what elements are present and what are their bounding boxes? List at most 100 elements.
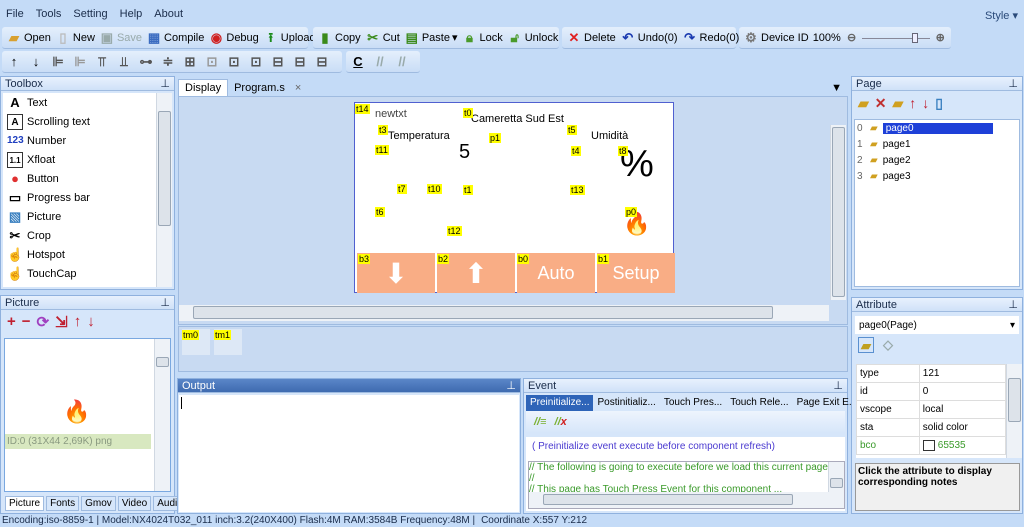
- pin-icon[interactable]: ⊥: [1008, 77, 1018, 90]
- tabs-dropdown-icon[interactable]: ▼: [825, 80, 848, 96]
- code-hscrollbar[interactable]: [529, 492, 829, 508]
- align-bottom-icon[interactable]: ⫫: [116, 54, 132, 70]
- toolbox-item-button[interactable]: ● Button: [3, 169, 172, 188]
- redo-button[interactable]: ↷ Redo(0): [682, 30, 739, 46]
- component-tag[interactable]: b1: [597, 254, 610, 264]
- align-right-icon[interactable]: ⊫: [72, 54, 88, 70]
- toolbox-item-xfloat[interactable]: 1.1 Xfloat: [3, 150, 172, 169]
- attribute-scrollbar[interactable]: [1006, 364, 1022, 458]
- component-tag[interactable]: t14: [355, 104, 370, 114]
- same-height-icon[interactable]: ⊟: [270, 54, 286, 70]
- open-button[interactable]: ▰ Open: [6, 30, 51, 46]
- grid-icon[interactable]: ⊞: [182, 54, 198, 70]
- design-vscrollbar[interactable]: [830, 125, 846, 300]
- tab-postinitialize[interactable]: Postinitializ...: [593, 395, 659, 411]
- zoom-slider-thumb[interactable]: [912, 32, 919, 43]
- sort-alpha-icon[interactable]: ◇: [880, 337, 896, 353]
- undo-button[interactable]: ↶ Undo(0): [620, 30, 677, 46]
- picture-list-item[interactable]: ID:0 (31X44 2,69K) png: [5, 434, 151, 449]
- menu-setting[interactable]: Setting: [67, 6, 113, 24]
- code-vscrollbar[interactable]: [828, 462, 844, 508]
- zoom-in-icon[interactable]: ⊕: [934, 30, 947, 46]
- attribute-row[interactable]: bco 65535: [856, 436, 1007, 455]
- align-left-icon[interactable]: ⊫: [50, 54, 66, 70]
- cut-button[interactable]: ✂ Cut: [365, 30, 400, 46]
- tab-preinitialize[interactable]: Preinitialize...: [526, 395, 594, 411]
- canvas-title[interactable]: Cameretta Sud Est: [471, 113, 564, 125]
- menu-about[interactable]: About: [148, 6, 189, 24]
- move-down-icon[interactable]: ↓: [87, 313, 95, 331]
- add-icon[interactable]: +: [7, 313, 16, 331]
- import-icon[interactable]: ⇲: [55, 313, 68, 331]
- output-textarea[interactable]: [179, 395, 519, 512]
- toolbox-item-progress-bar[interactable]: ▭ Progress bar: [3, 188, 172, 207]
- insert-page-icon[interactable]: ▰: [893, 95, 904, 112]
- component-tag[interactable]: t3: [378, 125, 388, 135]
- h-spacing-icon[interactable]: ⊡: [226, 54, 242, 70]
- attribute-row[interactable]: type 121: [856, 364, 1007, 383]
- same-width-icon[interactable]: ⊡: [204, 54, 220, 70]
- attribute-value[interactable]: 0: [918, 382, 1007, 401]
- pin-icon[interactable]: ⊥: [1008, 298, 1018, 311]
- toolbox-item-number[interactable]: 123 Number: [3, 131, 172, 150]
- delete-page-icon[interactable]: ✕: [875, 95, 887, 112]
- component-tag[interactable]: t13: [570, 185, 585, 195]
- component-tag[interactable]: b2: [437, 254, 450, 264]
- center-vertical-icon[interactable]: ≑: [160, 54, 176, 70]
- event-code-editor[interactable]: // The following is going to execute bef…: [528, 461, 845, 509]
- timer-tm0[interactable]: tm0: [182, 330, 200, 340]
- toolbox-item-picture[interactable]: ▧ Picture: [3, 207, 172, 226]
- comment-icon[interactable]: //≡: [534, 416, 547, 428]
- page-item[interactable]: 1 ▰ page1: [855, 136, 1019, 152]
- sort-icon[interactable]: ▰: [858, 337, 874, 353]
- pin-icon[interactable]: ⊥: [160, 77, 170, 90]
- picture-scrollbar[interactable]: [154, 339, 170, 491]
- attribute-row[interactable]: id 0: [856, 382, 1007, 401]
- h-spacing-equal-icon[interactable]: ⊡: [248, 54, 264, 70]
- copy-button[interactable]: ▮ Copy: [317, 30, 360, 46]
- upload-button[interactable]: ⭱ Upload: [263, 30, 316, 46]
- tab-program[interactable]: Program.s: [228, 80, 291, 96]
- tab-picture[interactable]: Picture: [5, 496, 45, 511]
- attribute-value[interactable]: solid color: [918, 418, 1007, 437]
- design-hscrollbar[interactable]: [179, 305, 829, 321]
- toolbox-item-text[interactable]: A Text: [3, 93, 172, 112]
- component-tag[interactable]: p1: [489, 133, 502, 143]
- component-tag[interactable]: t0: [463, 108, 473, 118]
- page-item[interactable]: 0 ▰ page0: [855, 120, 1019, 136]
- move-up-icon[interactable]: ↑: [74, 313, 82, 331]
- send-backward-icon[interactable]: ↓: [28, 54, 44, 70]
- tab-video[interactable]: Video: [117, 496, 152, 511]
- align-top-icon[interactable]: ⫪: [94, 54, 110, 70]
- component-tag[interactable]: t5: [567, 125, 577, 135]
- toolbox-scrollbar[interactable]: [156, 93, 172, 287]
- component-tag[interactable]: t12: [447, 226, 462, 236]
- move-up-icon[interactable]: ↑: [909, 95, 916, 112]
- component-tag[interactable]: t8: [618, 146, 628, 156]
- save-button[interactable]: ▣ Save: [99, 30, 142, 46]
- replace-icon[interactable]: ⟳: [37, 313, 50, 331]
- canvas-newtxt[interactable]: newtxt: [375, 108, 407, 120]
- attribute-value[interactable]: 121: [918, 364, 1007, 383]
- display-canvas[interactable]: newtxt Cameretta Sud Est Temperatura Umi…: [354, 102, 675, 293]
- component-tag[interactable]: t6: [375, 207, 385, 217]
- timer-tm1[interactable]: tm1: [214, 330, 232, 340]
- zoom-out-icon[interactable]: ⊖: [845, 30, 858, 46]
- component-tag[interactable]: b0: [517, 254, 530, 264]
- new-button[interactable]: ▯ New: [55, 30, 95, 46]
- component-tag[interactable]: t7: [397, 184, 407, 194]
- component-tag[interactable]: t1: [463, 185, 473, 195]
- toolbox-item-touchcap[interactable]: ☝ TouchCap: [3, 264, 172, 283]
- compile-button[interactable]: ▦ Compile: [146, 30, 205, 46]
- attribute-value[interactable]: 65535: [918, 436, 1007, 455]
- center-horizontal-icon[interactable]: ⊶: [138, 54, 154, 70]
- remove-icon[interactable]: −: [22, 313, 31, 331]
- v-spacing-icon[interactable]: ⊟: [292, 54, 308, 70]
- attribute-value[interactable]: local: [918, 400, 1007, 419]
- pin-icon[interactable]: ⊥: [160, 296, 170, 309]
- menu-help[interactable]: Help: [114, 6, 149, 24]
- uncomment-icon[interactable]: //: [394, 54, 410, 70]
- component-tag[interactable]: b3: [358, 254, 371, 264]
- component-tag[interactable]: t10: [427, 184, 442, 194]
- zoom-slider[interactable]: [862, 32, 930, 44]
